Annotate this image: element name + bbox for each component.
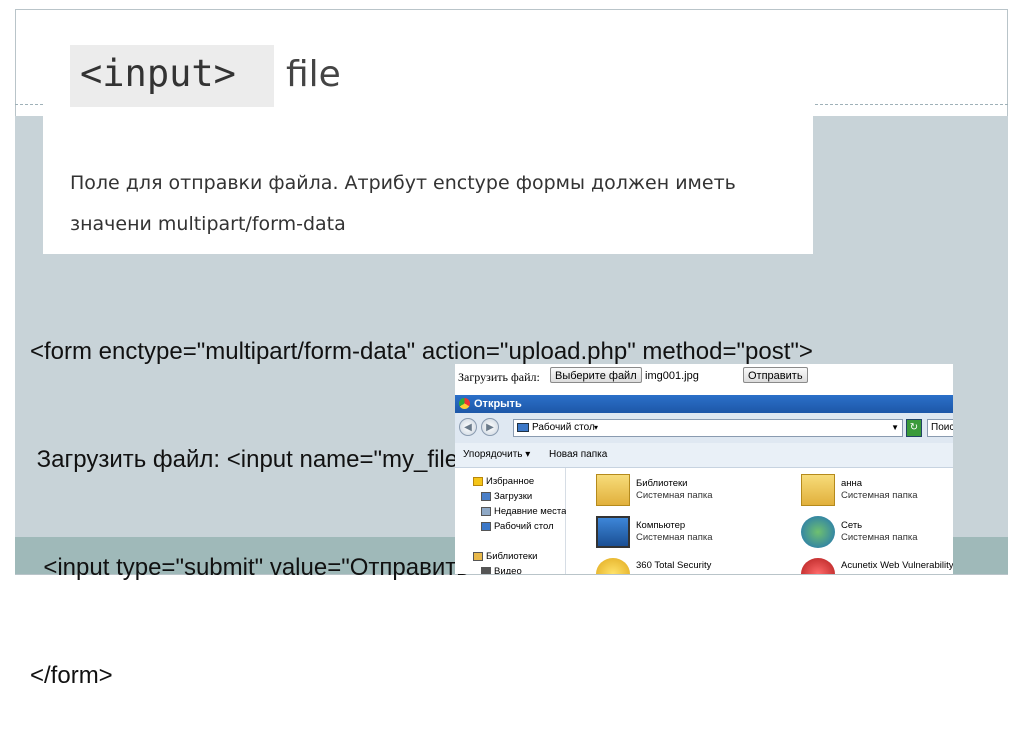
open-dialog: Открыть ◀ ▶ Рабочий стол ▾ ▼ ↻ Поис Упор… xyxy=(455,395,953,574)
list-item[interactable]: Acunetix Web Vulnerability Sc xyxy=(801,558,953,574)
organize-button[interactable]: Упорядочить ▾ xyxy=(463,449,530,460)
chrome-icon xyxy=(459,398,470,409)
network-icon xyxy=(801,516,835,548)
list-item[interactable]: Сеть Системная папка xyxy=(801,516,953,556)
star-icon xyxy=(473,477,483,486)
refresh-icon[interactable]: ↻ xyxy=(906,419,922,437)
back-arrow-icon[interactable]: ◀ xyxy=(459,418,477,436)
app-icon xyxy=(596,558,630,574)
address-bar[interactable]: Рабочий стол ▾ ▼ xyxy=(513,419,903,437)
video-icon xyxy=(481,567,491,574)
recent-places-icon xyxy=(481,507,491,516)
toolbar: Упорядочить ▾ Новая папка xyxy=(455,443,953,468)
sidebar: Избранное Загрузки Недавние места Рабочи… xyxy=(455,468,566,574)
dialog-titlebar: Открыть xyxy=(455,395,953,413)
file-name: img001.jpg xyxy=(645,370,699,382)
chevron-down-icon[interactable]: ▼ xyxy=(891,420,899,436)
folder-icon xyxy=(596,474,630,506)
app-icon xyxy=(801,558,835,574)
list-item[interactable]: Библиотеки Системная папка xyxy=(596,474,776,514)
list-item[interactable]: 360 Total Security xyxy=(596,558,776,574)
libraries-icon xyxy=(473,552,483,561)
submit-button[interactable]: Отправить xyxy=(743,367,808,383)
chevron-down-icon[interactable]: ▾ xyxy=(594,420,598,436)
computer-icon xyxy=(596,516,630,548)
file-dialog-screenshot: Загрузить файл: Выберите файл img001.jpg… xyxy=(455,364,953,574)
code-tag: <input> xyxy=(80,52,236,95)
forward-arrow-icon[interactable]: ▶ xyxy=(481,418,499,436)
nav-row: ◀ ▶ Рабочий стол ▾ ▼ ↻ Поис xyxy=(455,413,953,443)
file-list: Библиотеки Системная папка анна Системна… xyxy=(566,468,953,574)
choose-file-button[interactable]: Выберите файл xyxy=(550,367,642,383)
address-text: Рабочий стол xyxy=(532,422,595,433)
upload-label: Загрузить файл: xyxy=(458,370,540,384)
search-input[interactable]: Поис xyxy=(927,419,953,437)
list-item[interactable]: анна Системная папка xyxy=(801,474,953,514)
list-item[interactable]: Компьютер Системная папка xyxy=(596,516,776,556)
description-line-1: Поле для отправки файла. Атрибут enctype… xyxy=(70,172,736,194)
desktop-icon xyxy=(517,423,529,432)
desktop-icon xyxy=(481,522,491,531)
new-folder-button[interactable]: Новая папка xyxy=(549,449,607,460)
dialog-title: Открыть xyxy=(474,398,522,410)
downloads-icon xyxy=(481,492,491,501)
code-line: </form> xyxy=(30,662,113,689)
upload-form-row: Загрузить файл: Выберите файл img001.jpg… xyxy=(455,364,953,394)
slide-title: file xyxy=(286,54,341,95)
user-folder-icon xyxy=(801,474,835,506)
description-line-2: значени multipart/form-data xyxy=(70,213,346,235)
